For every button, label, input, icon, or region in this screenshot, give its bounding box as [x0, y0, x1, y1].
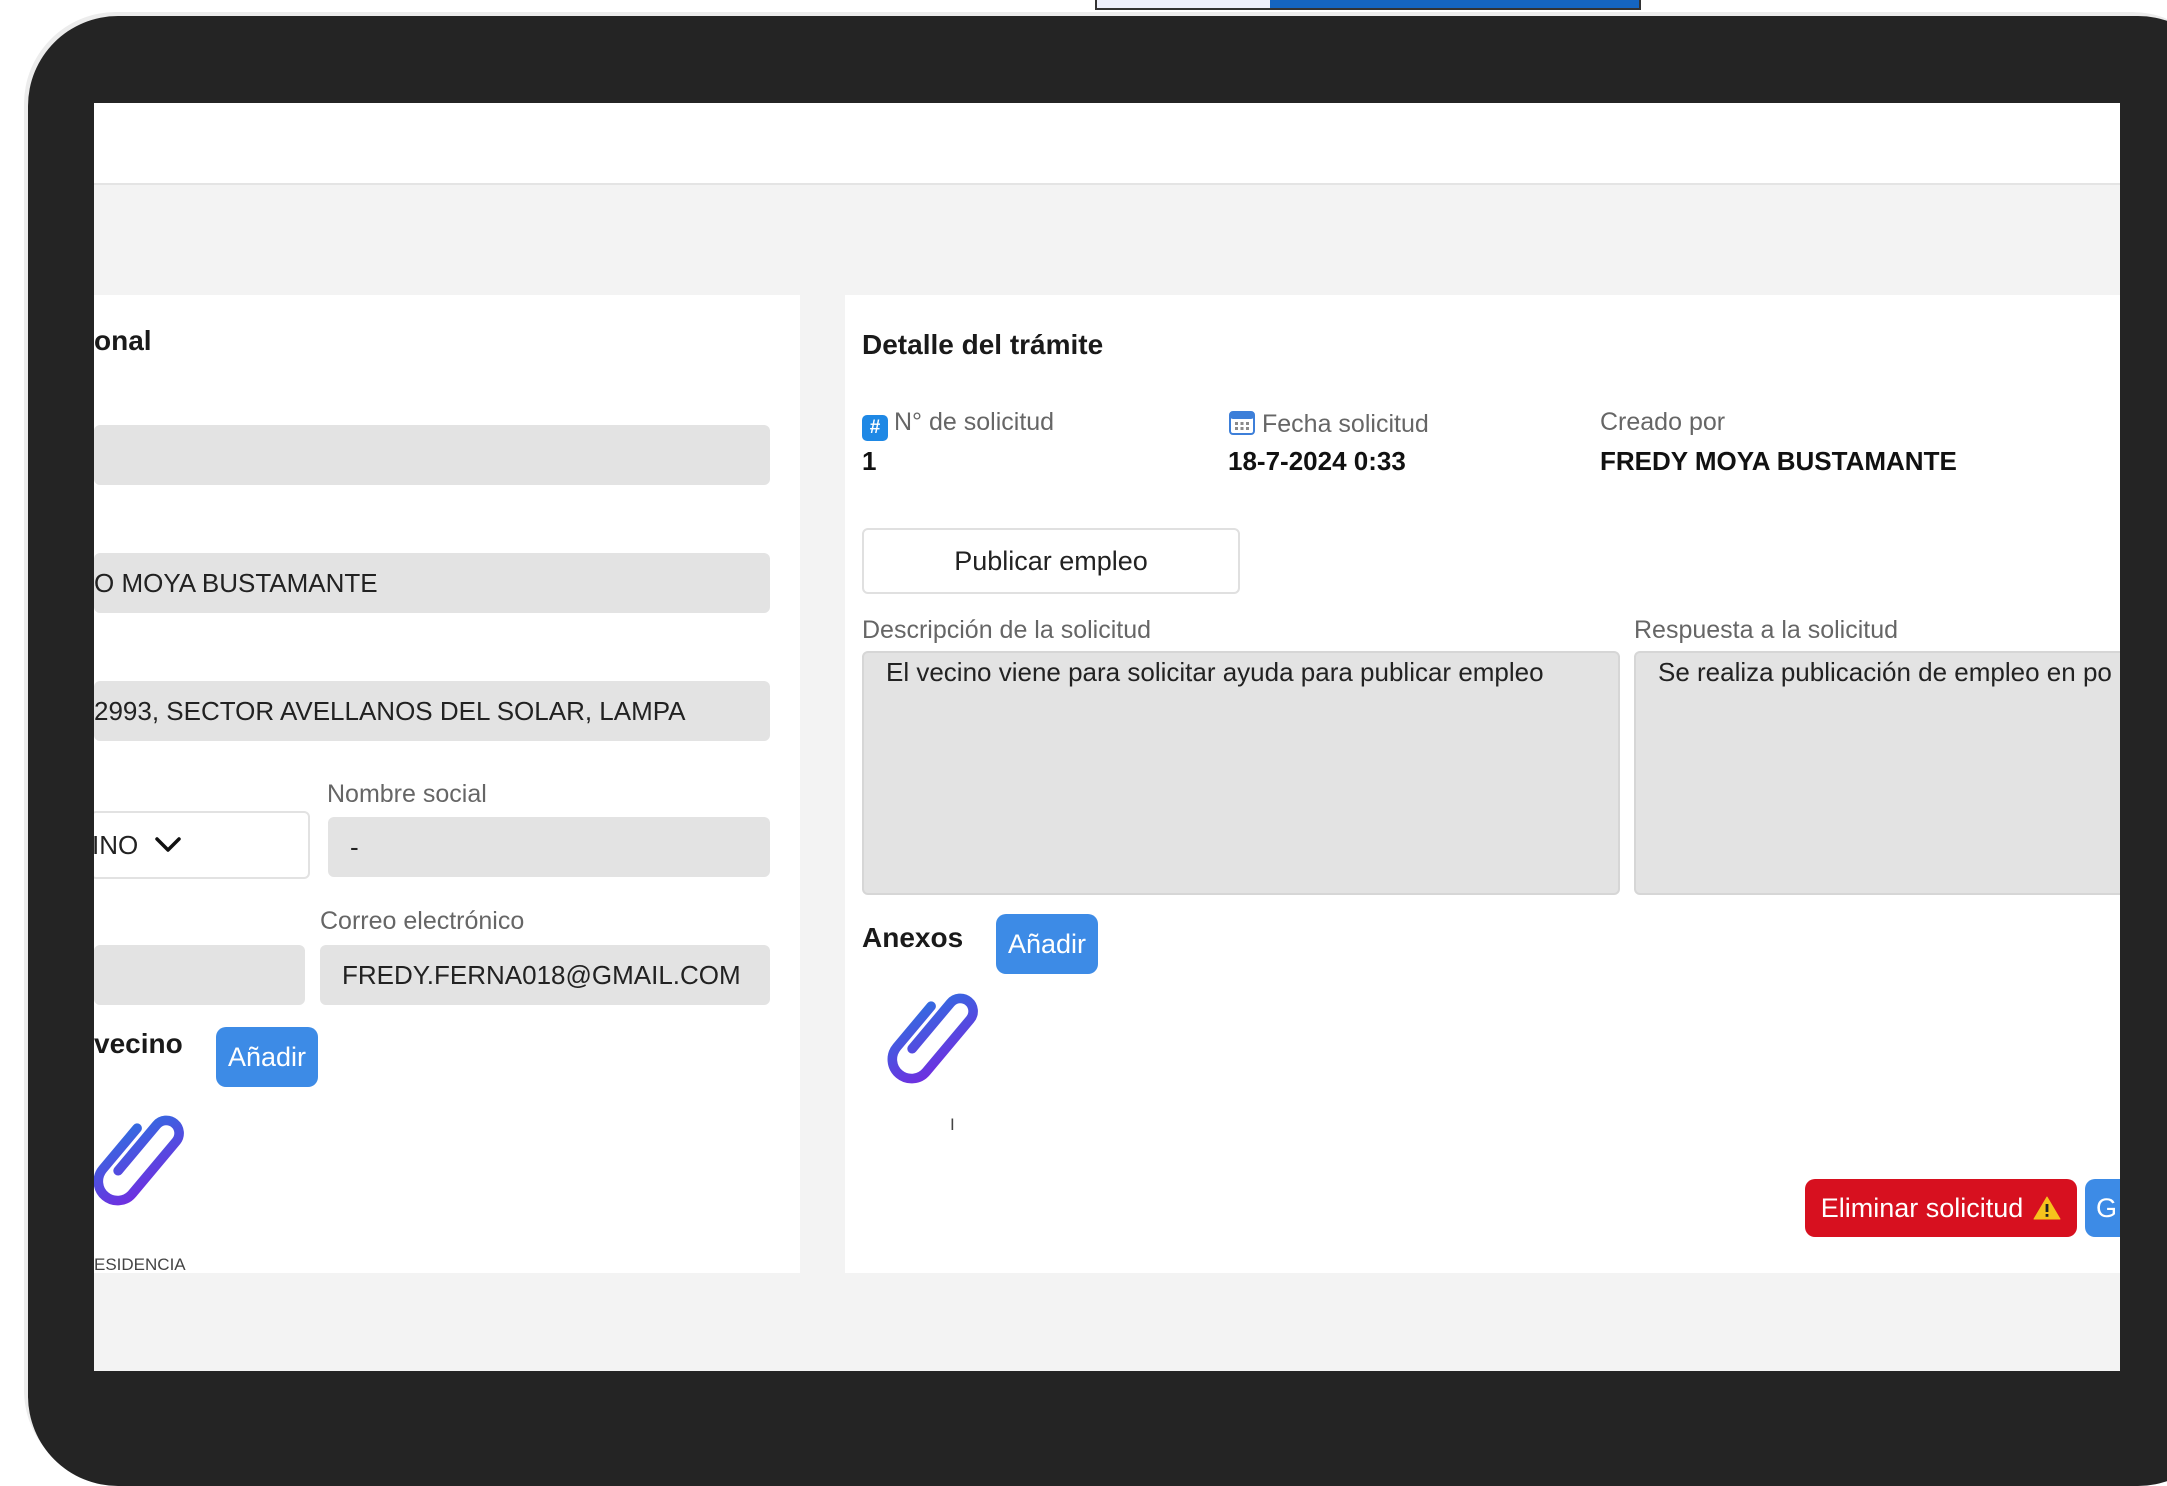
app-header-bar [94, 103, 2120, 185]
request-type-button[interactable]: Publicar empleo [862, 528, 1240, 594]
email-field[interactable]: FREDY.FERNA018@GMAIL.COM [320, 945, 770, 1005]
personal-info-title: onal [94, 325, 152, 356]
created-by-label: Creado por [1600, 408, 1726, 436]
response-label: Respuesta a la solicitud [1634, 616, 1899, 644]
response-textarea[interactable]: Se realiza publicación de empleo en po [1634, 651, 2120, 895]
annexes-title: Anexos [862, 922, 964, 953]
paperclip-icon[interactable] [882, 975, 992, 1103]
calendar-icon [1229, 411, 1255, 435]
delete-request-label: Eliminar solicitud [1820, 1192, 2024, 1223]
personal-info-card: onal O MOYA BUSTAMANTE 2993, SECTOR AVEL… [94, 295, 800, 1273]
phone-field[interactable] [94, 945, 305, 1005]
warning-icon [2033, 1196, 2061, 1220]
request-number-label: # N° de solicitud [862, 408, 1054, 441]
social-name-field[interactable]: - [328, 817, 770, 877]
top-decoration-light [1095, 0, 1270, 10]
request-detail-title: Detalle del trámite [862, 329, 1104, 360]
add-document-button[interactable]: Añadir [216, 1027, 318, 1087]
save-request-button[interactable]: G [2085, 1179, 2120, 1237]
request-number-value: 1 [862, 446, 877, 476]
social-name-label: Nombre social [327, 780, 487, 808]
annex-attachment-caption: I [950, 1115, 955, 1134]
neighbor-documents-title: vecino [94, 1028, 183, 1059]
top-decoration-blue [1270, 0, 1641, 10]
rut-field[interactable] [94, 425, 770, 485]
description-textarea[interactable]: El vecino viene para solicitar ayuda par… [862, 651, 1620, 895]
app-screen: onal O MOYA BUSTAMANTE 2993, SECTOR AVEL… [94, 103, 2120, 1371]
gender-select[interactable]: INO [94, 811, 310, 879]
delete-request-button[interactable]: Eliminar solicitud [1805, 1179, 2077, 1237]
paperclip-icon[interactable] [94, 1097, 198, 1225]
chevron-down-icon [155, 837, 181, 852]
full-name-field[interactable]: O MOYA BUSTAMANTE [94, 553, 770, 613]
description-label: Descripción de la solicitud [862, 616, 1152, 644]
add-annex-button[interactable]: Añadir [996, 914, 1098, 974]
email-label: Correo electrónico [320, 907, 525, 935]
address-field[interactable]: 2993, SECTOR AVELLANOS DEL SOLAR, LAMPA [94, 681, 770, 741]
request-date-value: 18-7-2024 0:33 [1228, 446, 1406, 476]
hash-icon: # [862, 415, 888, 441]
created-by-value: FREDY MOYA BUSTAMANTE [1600, 446, 1957, 476]
gender-select-value: INO [94, 829, 139, 860]
residence-attachment-caption: ESIDENCIA [94, 1255, 186, 1273]
request-detail-card: Detalle del trámite # N° de solicitud 1 F… [845, 295, 2120, 1273]
request-date-label: Fecha solicitud [1228, 408, 1429, 439]
